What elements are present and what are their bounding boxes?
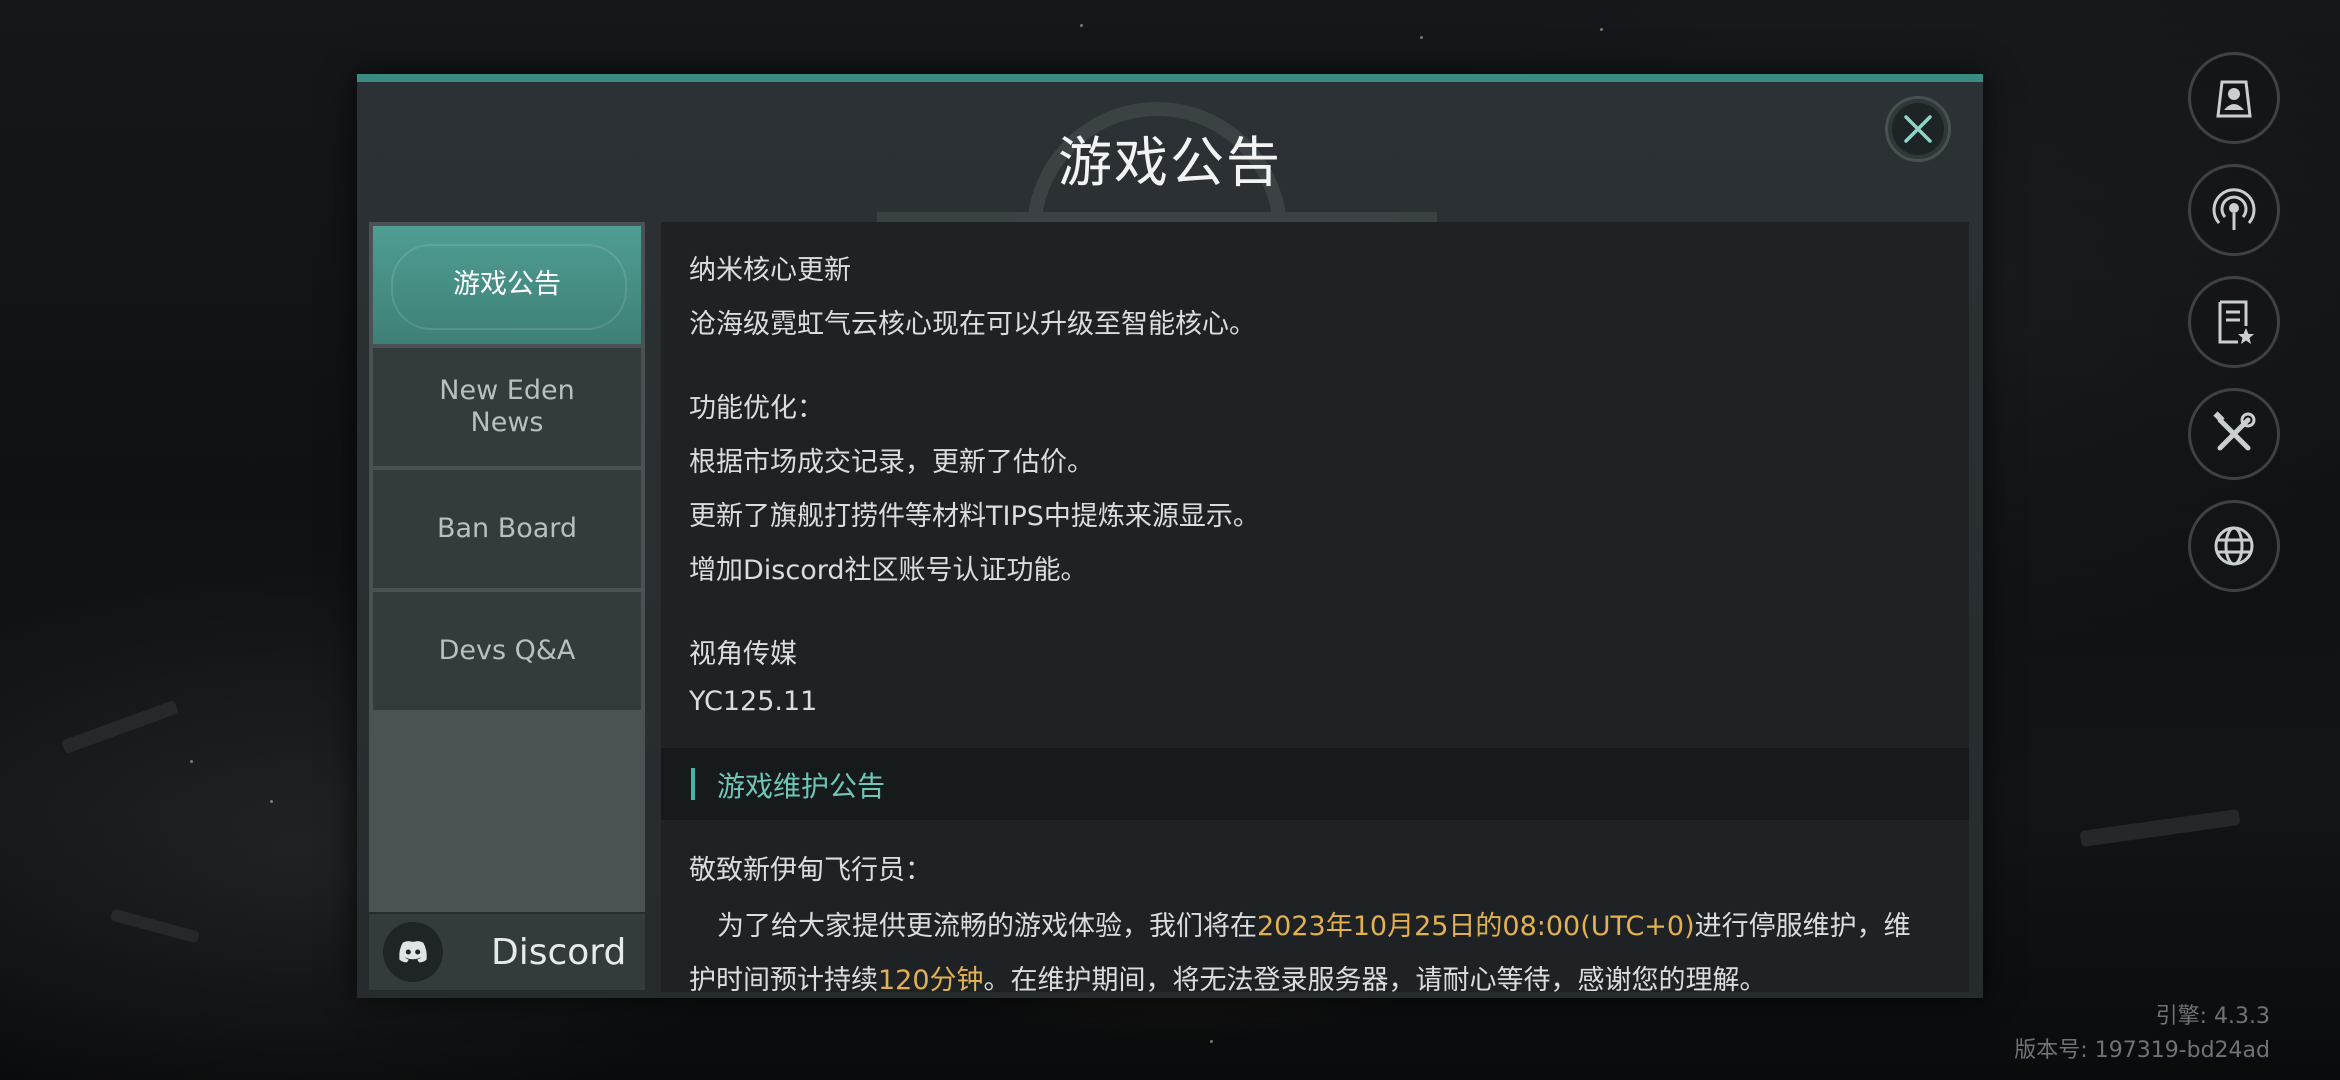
background-star (1420, 36, 1423, 39)
announcement-sidebar: 游戏公告 New Eden News Ban Board Devs Q&A (369, 222, 645, 912)
optimization-item: 根据市场成交记录，更新了估价。 (689, 447, 1094, 478)
announcement-dialog: 游戏公告 游戏公告 New Eden News Ban Board Devs Q… (357, 74, 1983, 998)
tab-devs-qa[interactable]: Devs Q&A (373, 592, 641, 710)
discord-button[interactable]: Discord (369, 914, 645, 990)
background-debris (61, 699, 179, 755)
discord-label: Discord (491, 931, 627, 973)
tab-label: Ban Board (436, 513, 578, 544)
globe-icon (2214, 526, 2254, 566)
document-star-icon (2218, 300, 2254, 344)
background-star (1210, 1040, 1213, 1043)
language-button[interactable] (2188, 500, 2280, 592)
background-star (1080, 24, 1083, 27)
background-debris (2079, 808, 2241, 848)
close-icon (1904, 115, 1932, 143)
tab-ban-board[interactable]: Ban Board (373, 470, 641, 588)
notice-text: 为了给大家提供更流畅的游戏体验，我们将在 (717, 911, 1257, 942)
settings-tools-button[interactable] (2188, 388, 2280, 480)
background-star (190, 760, 193, 763)
media-heading: 视角传媒 (689, 639, 797, 670)
maintenance-duration: 120分钟 (878, 965, 984, 992)
tab-new-eden-news[interactable]: New Eden News (373, 348, 641, 466)
broadcast-button[interactable] (2188, 164, 2280, 256)
optimization-item: 增加Discord社区账号认证功能。 (689, 555, 1088, 586)
tab-label: 游戏公告 (453, 269, 561, 300)
notice-text: 。在维护期间，将无法登录服务器，请耐心等待，感谢您的理解。 (983, 965, 1767, 992)
notice-line: 为了给大家提供更流畅的游戏体验，我们将在2023年10月25日的08:00(UT… (717, 904, 1911, 943)
background-star (1600, 28, 1603, 31)
engine-version: 引擎: 4.3.3 (2155, 1004, 2270, 1029)
close-button[interactable] (1885, 96, 1951, 162)
profile-button[interactable] (2188, 52, 2280, 144)
notes-button[interactable] (2188, 276, 2280, 368)
maintenance-date: 2023年10月25日的08:00(UTC+0) (1257, 911, 1695, 942)
notice-line: 护时间预计持续120分钟。在维护期间，将无法登录服务器，请耐心等待，感谢您的理解… (689, 958, 1767, 992)
notice-text: 进行停服维护，维 (1694, 911, 1911, 942)
announcement-content[interactable]: 纳米核心更新 沧海级霓虹气云核心现在可以升级至智能核心。 功能优化： 根据市场成… (661, 222, 1969, 992)
maintenance-section-header: 游戏维护公告 (661, 748, 1969, 820)
tab-game-announcement[interactable]: 游戏公告 (373, 226, 641, 344)
section-accent-bar (691, 768, 695, 800)
optimization-item: 更新了旗舰打捞件等材料TIPS中提炼来源显示。 (689, 501, 1260, 532)
dialog-title: 游戏公告 (1058, 131, 1282, 194)
background-debris (109, 908, 201, 944)
tab-label: New Eden News (439, 375, 575, 438)
greeting-text: 敬致新伊甸飞行员： (689, 855, 932, 886)
section-title: 游戏维护公告 (717, 770, 886, 803)
build-version: 版本号: 197319-bd24ad (2014, 1038, 2270, 1063)
tab-label: Devs Q&A (438, 635, 576, 666)
background-star (270, 800, 273, 803)
profile-icon (2216, 80, 2252, 118)
notice-text: 护时间预计持续 (689, 965, 878, 992)
media-version: YC125.11 (689, 686, 818, 717)
tools-icon (2213, 411, 2256, 451)
update-title: 纳米核心更新 (689, 255, 851, 286)
optimization-heading: 功能优化： (689, 393, 824, 424)
update-text: 沧海级霓虹气云核心现在可以升级至智能核心。 (689, 309, 1256, 340)
broadcast-icon (2212, 188, 2256, 230)
discord-icon (383, 922, 443, 982)
